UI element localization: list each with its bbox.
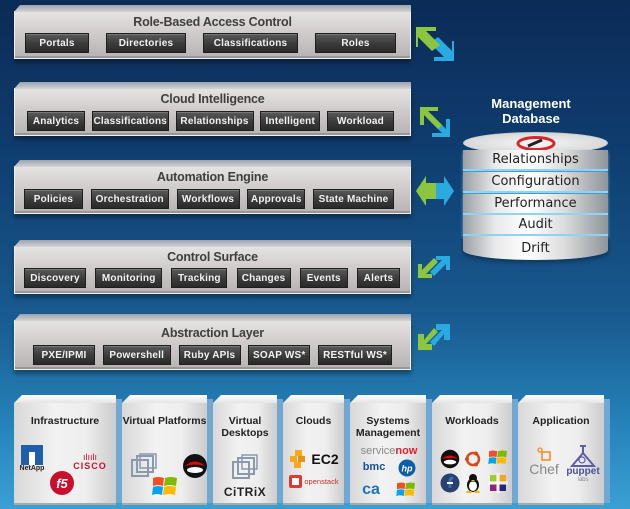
db-tier-relationships: Relationships <box>463 150 608 171</box>
bidirectional-arrow-icon <box>418 324 450 350</box>
chip-ruby-apis[interactable]: Ruby APIs <box>178 345 241 365</box>
ca-logo-icon: ca <box>362 481 380 498</box>
db-tier-configuration: Configuration <box>463 172 608 193</box>
provider-workloads: Workloads <box>432 399 518 505</box>
providers-row: Infrastructure NetApp ılıılı CISCO f5 Vi… <box>14 395 626 507</box>
openstack-logo-icon: openstack <box>287 475 341 488</box>
servicenow-logo-icon: service now <box>360 445 418 457</box>
bidirectional-arrow-icon <box>416 27 454 61</box>
bidirectional-arrow-icon <box>420 107 450 137</box>
management-database-title: Management Database <box>466 96 596 126</box>
windows-logo-icon <box>396 482 415 496</box>
layer-control-surface: Control Surface Discovery Monitoring Tra… <box>14 246 411 294</box>
chip-powershell[interactable]: Powershell <box>102 345 171 365</box>
ubuntu-logo-icon <box>465 451 481 467</box>
provider-title: Workloads <box>445 415 499 427</box>
fedora-logo-icon <box>440 473 460 493</box>
chip-alerts[interactable]: Alerts <box>356 268 400 288</box>
layer-role-based-access-control: Role-Based Access Control Portals Direct… <box>14 11 411 59</box>
chip-pxe-ipmi[interactable]: PXE/IPMI <box>33 345 95 365</box>
chip-changes[interactable]: Changes <box>236 268 291 288</box>
windows-logo-icon <box>488 450 507 464</box>
provider-systems-management: Systems Management service now bmc hp ca <box>350 399 432 505</box>
chip-policies[interactable]: Policies <box>24 189 83 209</box>
vmware-logo-icon <box>131 453 157 477</box>
db-title-line-1: Management <box>491 96 571 111</box>
citrix-logo-icon: CiTRiX <box>223 485 267 499</box>
chip-restful-ws[interactable]: RESTful WS* <box>318 345 392 365</box>
provider-title: Application <box>532 415 590 427</box>
vmware-logo-icon <box>232 454 258 479</box>
aws-ec2-logo-icon: EC2 <box>286 449 342 469</box>
layer-abstraction-layer: Abstraction Layer PXE/IPMI Powershell Ru… <box>14 320 411 370</box>
management-database-cylinder: Relationships Configuration Performance … <box>463 132 608 260</box>
netapp-logo-icon: NetApp <box>19 445 45 472</box>
chip-directories[interactable]: Directories <box>106 33 186 53</box>
provider-application: Application Chef puppet labs <box>518 399 610 505</box>
chip-state-machine[interactable]: State Machine <box>313 189 394 209</box>
linux-tux-logo-icon <box>466 474 480 493</box>
chip-discovery[interactable]: Discovery <box>24 268 86 288</box>
svg-text:hp: hp <box>402 464 413 474</box>
layer-cloud-intelligence: Cloud Intelligence Analytics Classificat… <box>14 88 411 136</box>
bidirectional-arrow-icon <box>416 176 454 206</box>
chip-events[interactable]: Events <box>299 268 348 288</box>
chip-soap-ws[interactable]: SOAP WS* <box>248 345 311 365</box>
db-tier-audit: Audit <box>463 215 608 236</box>
chip-classifications[interactable]: Classifications <box>203 33 298 53</box>
f5-logo-icon: f5 <box>50 471 74 495</box>
chip-tracking[interactable]: Tracking <box>171 268 228 288</box>
provider-title: Virtual Desktops <box>221 415 269 439</box>
chip-relationships[interactable]: Relationships <box>175 111 254 131</box>
provider-clouds: Clouds EC2 openstack <box>283 399 350 505</box>
chip-workload[interactable]: Workload <box>327 111 394 131</box>
cisco-logo-icon: ılıılı CISCO <box>73 452 107 471</box>
db-tier-performance: Performance <box>463 194 608 215</box>
provider-title: Virtual Platforms <box>122 415 207 427</box>
provider-infrastructure: Infrastructure NetApp ılıılı CISCO f5 <box>14 399 122 505</box>
chip-orchestration[interactable]: Orchestration <box>90 189 169 209</box>
puppet-labs-logo-icon: puppet labs <box>566 445 600 485</box>
db-title-line-2: Database <box>502 111 560 126</box>
provider-title: Clouds <box>295 415 332 427</box>
layer-title: Abstraction Layer <box>161 326 264 340</box>
provider-title: Infrastructure <box>30 415 100 427</box>
chip-roles[interactable]: Roles <box>315 33 396 53</box>
bidirectional-arrow-icon <box>418 256 450 278</box>
centos-logo-icon <box>488 473 508 493</box>
layer-automation-engine: Automation Engine Policies Orchestration… <box>14 166 411 214</box>
db-tier-drift: Drift <box>463 236 608 260</box>
redhat-logo-icon <box>183 454 207 478</box>
provider-virtual-platforms: Virtual Platforms <box>122 399 213 505</box>
provider-title: Systems Management <box>355 415 421 439</box>
provider-virtual-desktops: Virtual Desktops CiTRiX <box>213 399 283 505</box>
chip-approvals[interactable]: Approvals <box>247 189 306 209</box>
layer-title: Automation Engine <box>156 170 269 184</box>
bmc-logo-icon: bmc <box>362 461 386 473</box>
layer-title: Control Surface <box>167 250 258 264</box>
hp-logo-icon: hp <box>398 459 416 477</box>
chip-workflows[interactable]: Workflows <box>176 189 240 209</box>
layer-title: Cloud Intelligence <box>160 92 265 106</box>
chip-intelligent[interactable]: Intelligent <box>260 111 321 131</box>
redhat-logo-icon <box>440 449 460 469</box>
chip-monitoring[interactable]: Monitoring <box>95 268 163 288</box>
layer-title: Role-Based Access Control <box>133 15 292 29</box>
red-brand-logo-icon <box>516 136 556 151</box>
chip-classifications[interactable]: Classifications <box>91 111 169 131</box>
chip-analytics[interactable]: Analytics <box>27 111 85 131</box>
chef-logo-icon: Chef <box>524 447 564 477</box>
windows-logo-icon <box>152 477 177 495</box>
chip-portals[interactable]: Portals <box>25 33 89 53</box>
